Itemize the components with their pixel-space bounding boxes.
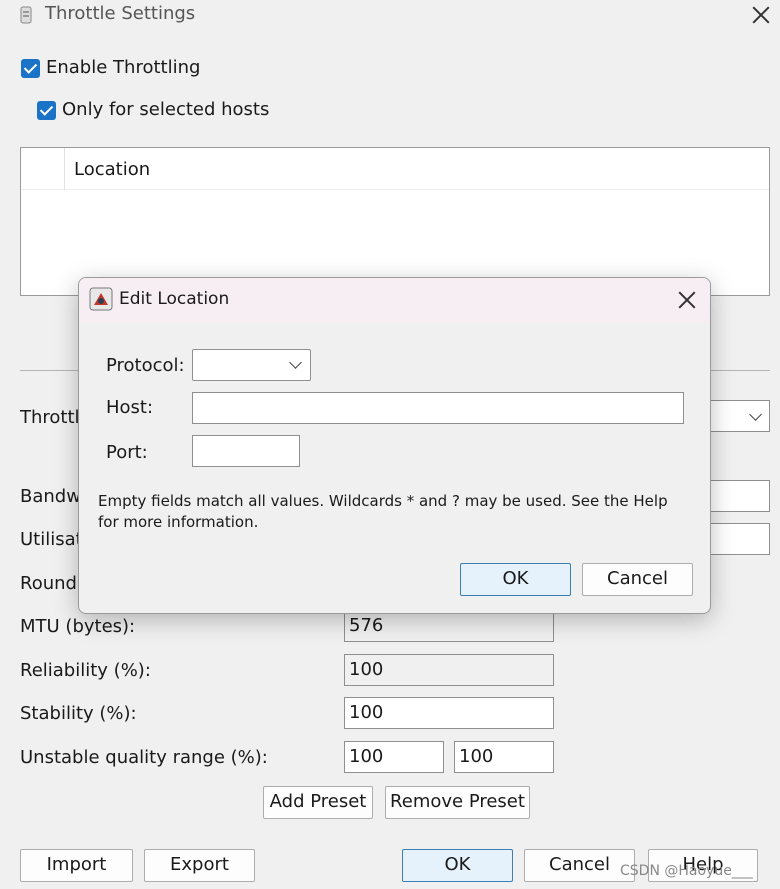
dialog-cancel-button[interactable]: Cancel [582,563,693,596]
unstable-range-min-field[interactable]: 100 [344,741,444,773]
protocol-select[interactable] [192,349,311,381]
export-button[interactable]: Export [144,849,255,882]
dialog-close-icon[interactable] [676,289,698,311]
stability-field[interactable]: 100 [344,697,554,729]
dialog-ok-button[interactable]: OK [460,563,571,596]
close-icon[interactable] [750,4,772,26]
bandwidth-label: Bandw [20,486,81,507]
checkbox-checked-icon [37,101,56,120]
table-header: Location [21,148,769,190]
java-icon [89,287,113,311]
stability-label: Stability (%): [20,703,137,724]
add-preset-button[interactable]: Add Preset [263,786,373,819]
dialog-info-text: Empty fields match all values. Wildcards… [98,492,668,531]
protocol-label: Protocol: [106,355,185,376]
only-selected-hosts-label[interactable]: Only for selected hosts [62,99,269,120]
app-icon [20,6,32,24]
port-input[interactable] [192,435,300,467]
edit-location-dialog: Edit Location Protocol: Host: Port: Empt… [78,277,711,614]
reliability-label: Reliability (%): [20,660,151,681]
table-header-select-column [21,148,65,190]
chevron-down-icon [289,356,302,369]
host-label: Host: [106,397,154,418]
mtu-field[interactable]: 576 [344,610,554,642]
utilisation-label: Utilisat [20,529,83,550]
round-trip-label: Round [20,573,77,594]
remove-preset-button[interactable]: Remove Preset [385,786,530,819]
mtu-label: MTU (bytes): [20,616,136,637]
window-title: Throttle Settings [45,3,196,24]
throttle-preset-label: Throttl [20,407,80,428]
port-label: Port: [106,442,148,463]
unstable-range-max-field[interactable]: 100 [454,741,554,773]
watermark: CSDN @Haoyue___ [620,863,753,879]
title-bar: Throttle Settings [0,0,780,30]
enable-throttling-label[interactable]: Enable Throttling [46,57,200,78]
chevron-down-icon [749,408,762,421]
import-button[interactable]: Import [20,849,133,882]
table-header-location[interactable]: Location [74,159,150,180]
enable-throttling-checkbox[interactable] [21,59,40,82]
hosts-table[interactable]: Location [20,147,770,296]
only-selected-hosts-checkbox[interactable] [37,101,56,124]
ok-button[interactable]: OK [402,849,513,882]
dialog-title: Edit Location [119,289,230,309]
dialog-title-bar: Edit Location [79,278,710,322]
host-input[interactable] [192,392,684,424]
cancel-button[interactable]: Cancel [524,849,635,882]
reliability-field[interactable]: 100 [344,654,554,686]
unstable-range-label: Unstable quality range (%): [20,747,268,768]
checkbox-checked-icon [21,59,40,78]
